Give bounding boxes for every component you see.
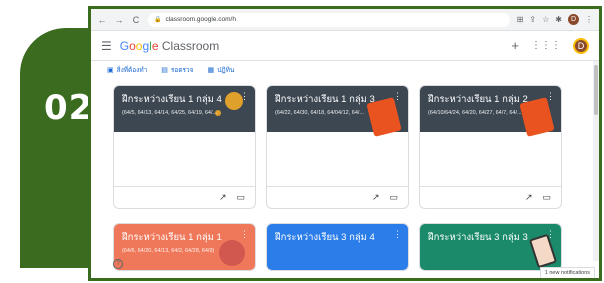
class-card-body: [267, 132, 408, 186]
reload-icon[interactable]: C: [131, 15, 141, 25]
class-card-header[interactable]: ฝึกระหว่างเรียน 3 กลุ่ม 3 ⋮: [420, 224, 561, 270]
calendar-icon: ▦: [207, 67, 215, 74]
review-icon: ▤: [161, 67, 168, 74]
class-card-header[interactable]: ฝึกระหว่างเรียน 1 กลุ่ม 4 (64/5, 64/13, …: [114, 86, 255, 132]
more-options-icon[interactable]: ⋮: [546, 229, 555, 240]
scrollbar-thumb[interactable]: [594, 65, 598, 115]
class-card-footer: ↗ ▭: [114, 186, 255, 208]
todo-icon: ▣: [107, 67, 114, 74]
trending-icon[interactable]: ↗: [525, 192, 533, 203]
shortcut-bar: ▣ สิ่งที่ต้องทำ ▤ รอตรวจ ▦ ปฏิทิน: [107, 65, 234, 75]
step-badge: 02: [20, 28, 98, 268]
class-section: (64/22, 64/30, 64/18, 64/04/12, 64/...: [275, 110, 364, 116]
class-card-footer: ↗ ▭: [267, 186, 408, 208]
class-card[interactable]: ฝึกระหว่างเรียน 1 กลุ่ม 1 (64/6, 64/20, …: [113, 223, 256, 271]
class-card[interactable]: ฝึกระหว่างเรียน 1 กลุ่ม 3 (64/22, 64/30,…: [266, 85, 409, 209]
class-card-header[interactable]: ฝึกระหว่างเรียน 3 กลุ่ม 4 ⋮: [267, 224, 408, 270]
translate-icon[interactable]: ⊞: [517, 15, 524, 24]
class-section: (64/6, 64/20, 64/13, 64/2, 64/28, 64/9): [122, 248, 215, 254]
class-card-header[interactable]: ฝึกระหว่างเรียน 1 กลุ่ม 1 (64/6, 64/20, …: [114, 224, 255, 270]
url-text: classroom.google.com/h: [165, 16, 236, 23]
avatar[interactable]: D: [573, 37, 589, 54]
menu-icon[interactable]: ☰: [101, 39, 112, 53]
browser-menu-icon[interactable]: ⋮: [585, 15, 593, 24]
class-title[interactable]: ฝึกระหว่างเรียน 3 กลุ่ม 4: [275, 230, 400, 245]
folder-icon[interactable]: ▭: [389, 192, 398, 203]
trending-icon[interactable]: ↗: [219, 192, 227, 203]
class-card[interactable]: ฝึกระหว่างเรียน 1 กลุ่ม 2 (64/10/64/24, …: [419, 85, 562, 209]
star-icon[interactable]: ☆: [542, 15, 549, 24]
class-card-header[interactable]: ฝึกระหว่างเรียน 1 กลุ่ม 2 (64/10/64/24, …: [420, 86, 561, 137]
class-card-body: [420, 132, 561, 186]
lock-icon: 🔒: [154, 17, 162, 23]
notification-toast[interactable]: 1 new notifications: [539, 267, 595, 278]
folder-icon[interactable]: ▭: [542, 192, 551, 203]
class-card[interactable]: ฝึกระหว่างเรียน 3 กลุ่ม 3 ⋮: [419, 223, 562, 271]
class-card[interactable]: ฝึกระหว่างเรียน 1 กลุ่ม 4 (64/5, 64/13, …: [113, 85, 256, 209]
review-link[interactable]: ▤ รอตรวจ: [161, 65, 193, 75]
trending-icon[interactable]: ↗: [372, 192, 380, 203]
browser-profile-avatar[interactable]: D: [568, 14, 579, 25]
more-options-icon[interactable]: ⋮: [240, 229, 249, 240]
help-button[interactable]: ?: [113, 259, 123, 269]
address-bar[interactable]: 🔒 classroom.google.com/h: [148, 12, 510, 27]
forward-icon[interactable]: →: [114, 15, 124, 25]
calendar-link[interactable]: ▦ ปฏิทิน: [208, 65, 235, 75]
class-card-header[interactable]: ฝึกระหว่างเรียน 1 กลุ่ม 3 (64/22, 64/30,…: [267, 86, 408, 137]
browser-toolbar: ← → C 🔒 classroom.google.com/h ⊞ ⇪ ☆ ✱ D…: [91, 9, 599, 31]
browser-screenshot: ← → C 🔒 classroom.google.com/h ⊞ ⇪ ☆ ✱ D…: [88, 6, 602, 281]
extensions-icon[interactable]: ✱: [555, 15, 562, 24]
more-options-icon[interactable]: ⋮: [546, 91, 555, 102]
apps-grid-icon[interactable]: ⋮⋮⋮: [531, 40, 561, 51]
todo-link[interactable]: ▣ สิ่งที่ต้องทำ: [107, 65, 147, 75]
more-options-icon[interactable]: ⋮: [240, 91, 249, 102]
share-icon[interactable]: ⇪: [529, 15, 536, 24]
class-card-footer: ↗ ▭: [420, 186, 561, 208]
app-title[interactable]: Google Classroom: [120, 39, 219, 53]
class-section: (64/5, 64/13, 64/14, 64/25, 64/19, 64/..…: [122, 110, 218, 116]
folder-icon[interactable]: ▭: [236, 192, 245, 203]
more-options-icon[interactable]: ⋮: [393, 91, 402, 102]
slide: 02 ← → C 🔒 classroom.google.com/h ⊞ ⇪ ☆ …: [0, 0, 604, 283]
create-class-button[interactable]: +: [511, 38, 519, 53]
class-section: (64/10/64/24, 64/20, 64/27, 64/7, 64/...: [428, 110, 522, 116]
more-options-icon[interactable]: ⋮: [393, 229, 402, 240]
back-icon[interactable]: ←: [97, 15, 107, 25]
classroom-header: ☰ Google Classroom + ⋮⋮⋮ D: [91, 31, 599, 61]
class-card-body: [114, 132, 255, 186]
class-card[interactable]: ฝึกระหว่างเรียน 3 กลุ่ม 4 ⋮: [266, 223, 409, 271]
step-number: 02: [44, 88, 94, 128]
